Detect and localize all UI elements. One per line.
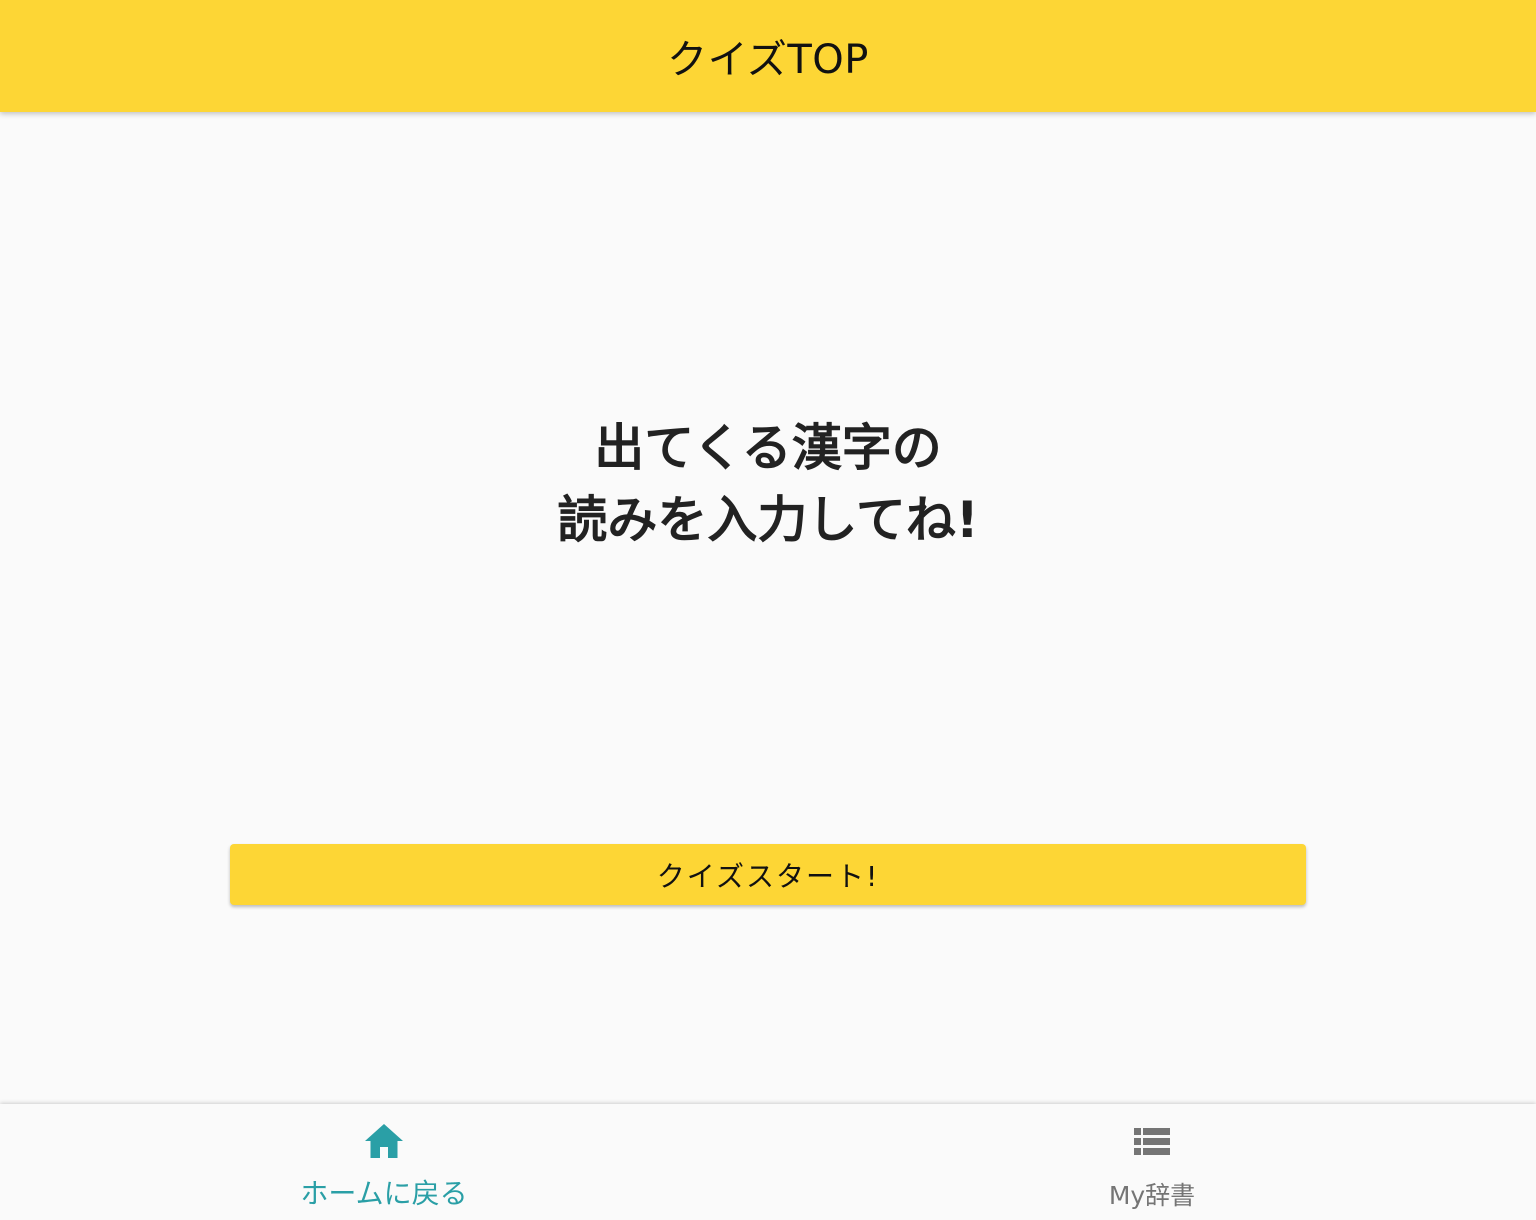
home-icon — [365, 1124, 403, 1158]
quiz-start-button[interactable]: クイズスタート! — [230, 844, 1306, 905]
nav-item-home[interactable]: ホームに戻る — [0, 1104, 768, 1220]
quiz-start-button-label: クイズスタート! — [656, 859, 880, 893]
list-icon — [1134, 1128, 1170, 1155]
nav-item-home-label: ホームに戻る — [300, 1177, 468, 1210]
page-title: クイズTOP — [667, 37, 869, 83]
nav-item-my-dictionary-label: My辞書 — [1108, 1181, 1196, 1210]
nav-item-my-dictionary[interactable]: My辞書 — [768, 1104, 1536, 1220]
app-screen: クイズTOP 出てくる漢字の 読みを入力してね! クイズスタート! ホームに戻る… — [0, 0, 1536, 1220]
app-bar: クイズTOP — [0, 0, 1536, 112]
quiz-instruction: 出てくる漢字の 読みを入力してね! — [0, 412, 1536, 556]
instruction-line-2: 読みを入力してね! — [557, 491, 979, 549]
bottom-navigation: ホームに戻る My辞書 — [0, 1104, 1536, 1220]
instruction-line-1: 出てくる漢字の — [594, 419, 942, 477]
